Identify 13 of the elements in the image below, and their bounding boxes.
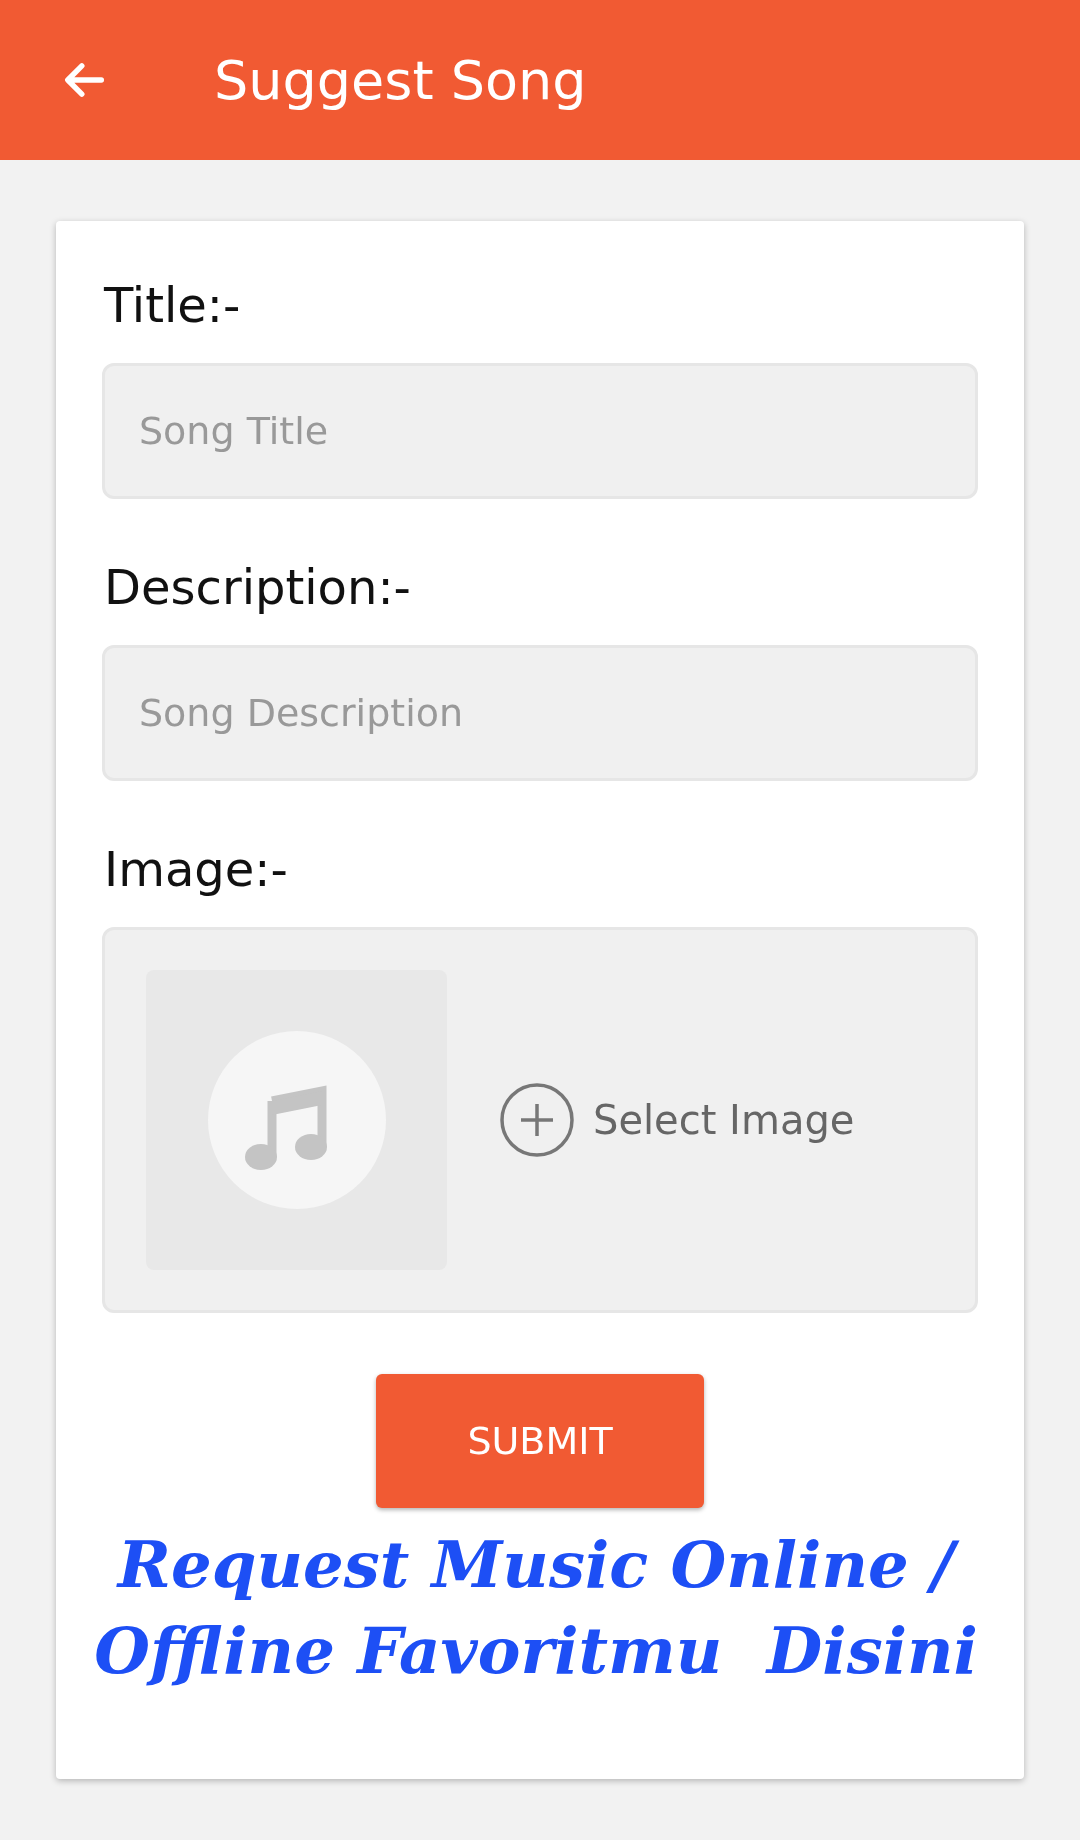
submit-button[interactable]: SUBMIT [376,1374,704,1508]
field-label: Title:- [104,277,242,333]
select-image-link[interactable]: Select Image [593,1097,855,1143]
image-picker[interactable]: Select Image [102,927,978,1313]
input-field[interactable]: Song Title [102,363,978,499]
field-label: Image:- [104,841,289,897]
promo-text: Request Music Online / [113,1522,967,1608]
field-label: Description:- [104,559,412,615]
add-circle-icon[interactable] [499,1082,575,1158]
input-field[interactable]: Song Description [102,645,978,781]
music-note-icon [205,1029,388,1211]
promo-text: Offline Favoritmu Disini [93,1612,979,1690]
screen-title: Suggest Song [214,48,587,112]
